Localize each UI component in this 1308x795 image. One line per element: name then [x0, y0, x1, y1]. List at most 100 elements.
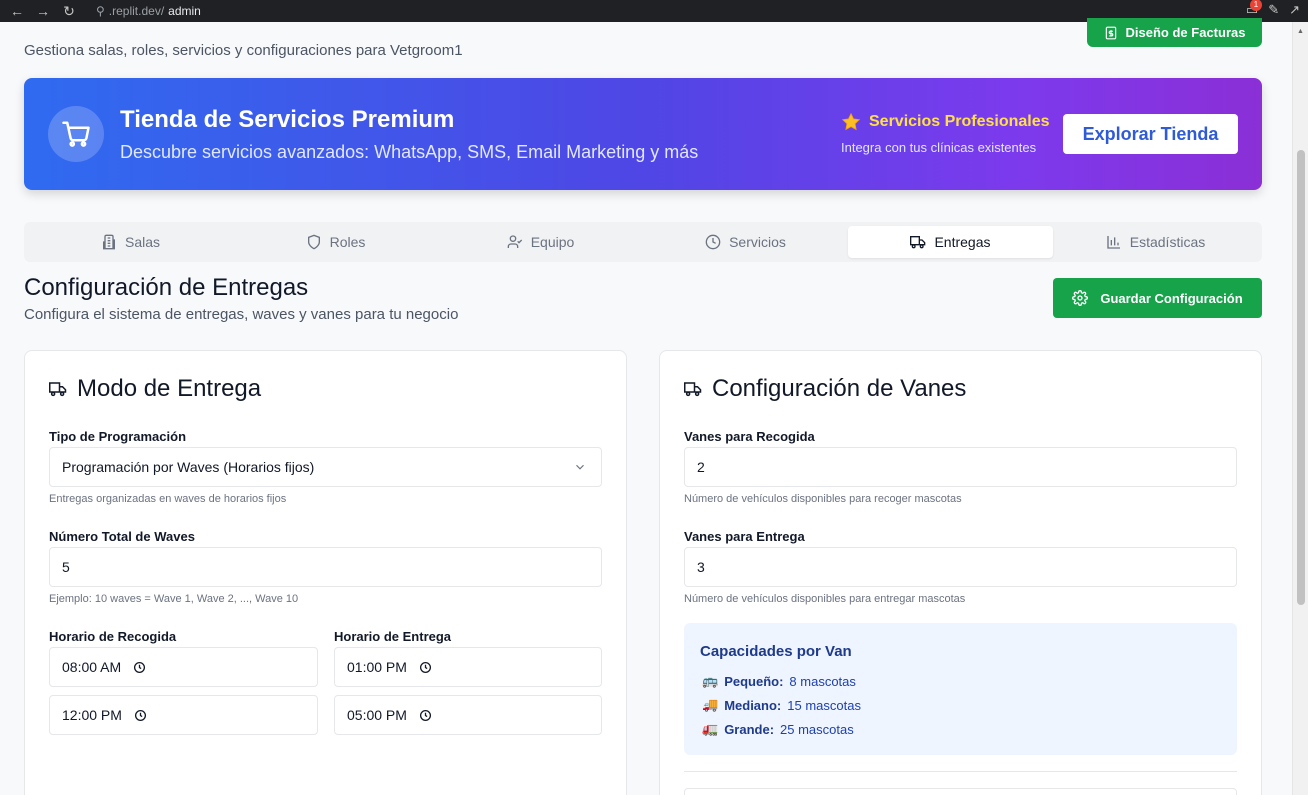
truck-icon [910, 236, 926, 249]
van-capacities-box: Capacidades por Van 🚌 Pequeño: 8 mascota… [684, 623, 1237, 755]
pickup-vans-value: 2 [697, 459, 705, 475]
clock-icon[interactable] [134, 709, 147, 722]
notification-badge: 1 [1250, 0, 1262, 11]
tab-label: Roles [329, 234, 366, 250]
divider [684, 771, 1237, 772]
clock-icon[interactable] [133, 661, 146, 674]
clock-icon[interactable] [419, 661, 432, 674]
schedule-type-label: Tipo de Programación [49, 429, 187, 444]
forward-icon[interactable]: → [32, 3, 54, 19]
banner-title: Tienda de Servicios Premium [120, 106, 455, 133]
vans-config-title: Configuración de Vanes [684, 375, 966, 403]
tab-label: Estadísticas [1129, 234, 1206, 250]
vans-config-card: Configuración de Vanes Vanes para Recogi… [659, 350, 1262, 795]
section-title: Configuración de Entregas [24, 274, 309, 301]
waves-input[interactable]: 5 [49, 547, 602, 587]
address-bar[interactable]: ⚲ .replit.dev/admin [96, 4, 201, 18]
extensions-icon[interactable]: ✎ [1268, 2, 1279, 18]
truck-icon [49, 382, 67, 397]
delivery-start-time-input[interactable]: 01:00 PM [334, 647, 602, 687]
tab-label: Salas [124, 234, 161, 250]
capacity-name: Grande: [724, 721, 775, 737]
delivery-mode-card: Modo de Entrega Tipo de Programación Pro… [24, 350, 627, 795]
delivery-vans-help: Número de vehículos disponibles para ent… [684, 593, 966, 605]
bar-chart-icon [1107, 236, 1120, 249]
tab-servicios[interactable]: Servicios [643, 226, 848, 258]
truck-icon [684, 382, 702, 397]
dollar-file-icon [1105, 26, 1116, 39]
capacity-row-medium: 🚚 Mediano: 15 mascotas [702, 697, 861, 713]
invoice-design-label: Diseño de Facturas [1125, 25, 1246, 40]
schedule-type-select[interactable]: Programación por Waves (Horarios fijos) [49, 447, 602, 487]
invoice-design-button[interactable]: Diseño de Facturas [1087, 18, 1262, 47]
explore-store-button[interactable]: Explorar Tienda [1063, 114, 1238, 154]
waves-help: Ejemplo: 10 waves = Wave 1, Wave 2, ...,… [49, 593, 299, 605]
capacity-name: Pequeño: [724, 673, 784, 689]
next-input-field[interactable] [684, 788, 1237, 795]
star-icon [841, 112, 861, 131]
section-subtitle: Configura el sistema de entregas, waves … [24, 306, 459, 323]
delivery-vans-value: 3 [697, 559, 705, 575]
back-icon[interactable]: ← [6, 3, 28, 19]
shield-icon [307, 234, 320, 250]
user-check-icon [507, 235, 522, 248]
waves-label: Número Total de Waves [49, 529, 195, 544]
bus-icon: 🚌 [702, 673, 719, 688]
pickup-vans-help: Número de vehículos disponibles para rec… [684, 493, 962, 505]
premium-store-banner: Tienda de Servicios Premium Descubre ser… [24, 78, 1262, 190]
reload-icon[interactable]: ↻ [58, 3, 80, 20]
banner-description: Descubre servicios avanzados: WhatsApp, … [120, 142, 699, 162]
delivery-end-time-input[interactable]: 05:00 PM [334, 695, 602, 735]
delivery-mode-title: Modo de Entrega [49, 375, 261, 403]
capacity-value: 25 mascotas [780, 721, 854, 737]
card-title-text: Modo de Entrega [77, 375, 262, 402]
url-host: .replit.dev/ [108, 4, 165, 18]
chevron-down-icon [576, 464, 584, 470]
pickup-end-time-input[interactable]: 12:00 PM [49, 695, 318, 735]
pickup-start-time-input[interactable]: 08:00 AM [49, 647, 318, 687]
scroll-up-icon[interactable]: ▲ [1297, 28, 1304, 35]
url-path: admin [168, 4, 201, 18]
tab-label: Entregas [934, 234, 991, 250]
waves-value: 5 [62, 559, 70, 575]
delivery-truck-icon: 🚚 [702, 697, 719, 712]
delivery-start-value: 01:00 PM [347, 659, 407, 675]
tab-roles[interactable]: Roles [233, 226, 438, 258]
shopping-cart-icon [62, 121, 90, 147]
tab-equipo[interactable]: Equipo [438, 226, 643, 258]
tab-label: Servicios [729, 234, 786, 250]
page-scrollbar[interactable]: ▲ [1292, 22, 1308, 795]
pro-services-subtitle: Integra con tus clínicas existentes [841, 140, 1037, 155]
link-icon: ⚲ [96, 4, 105, 18]
capacity-row-small: 🚌 Pequeño: 8 mascotas [702, 673, 856, 689]
tab-label: Equipo [530, 234, 575, 250]
tab-salas[interactable]: Salas [28, 226, 233, 258]
delivery-vans-input[interactable]: 3 [684, 547, 1237, 587]
save-config-button[interactable]: Guardar Configuración [1053, 278, 1262, 318]
tab-estadisticas[interactable]: Estadísticas [1053, 226, 1258, 258]
capacity-name: Mediano: [724, 697, 782, 713]
schedule-type-value: Programación por Waves (Horarios fijos) [62, 459, 315, 475]
delivery-vans-label: Vanes para Entrega [684, 529, 805, 544]
clock-icon [705, 234, 721, 250]
schedule-type-help: Entregas organizadas en waves de horario… [49, 493, 287, 505]
pro-services-text: Servicios Profesionales [869, 113, 1050, 130]
card-title-text: Configuración de Vanes [712, 375, 967, 402]
clock-icon[interactable] [419, 709, 432, 722]
pickup-time-label: Horario de Recogida [49, 629, 177, 644]
gear-icon [1072, 290, 1089, 306]
capacity-value: 8 mascotas [789, 673, 856, 689]
tab-entregas[interactable]: Entregas [848, 226, 1053, 258]
pickup-vans-input[interactable]: 2 [684, 447, 1237, 487]
save-config-label: Guardar Configuración [1100, 290, 1243, 306]
open-external-icon[interactable]: ↗ [1289, 2, 1300, 18]
capacity-row-large: 🚛 Grande: 25 mascotas [702, 721, 854, 737]
delivery-end-value: 05:00 PM [347, 707, 407, 723]
pickup-start-value: 08:00 AM [62, 659, 122, 675]
capacity-value: 15 mascotas [787, 697, 861, 713]
cart-icon-circle [48, 106, 104, 162]
building-icon [102, 234, 115, 250]
scrollbar-thumb[interactable] [1297, 150, 1305, 605]
articulated-truck-icon: 🚛 [702, 721, 719, 736]
page-subtitle: Gestiona salas, roles, servicios y confi… [24, 42, 463, 59]
